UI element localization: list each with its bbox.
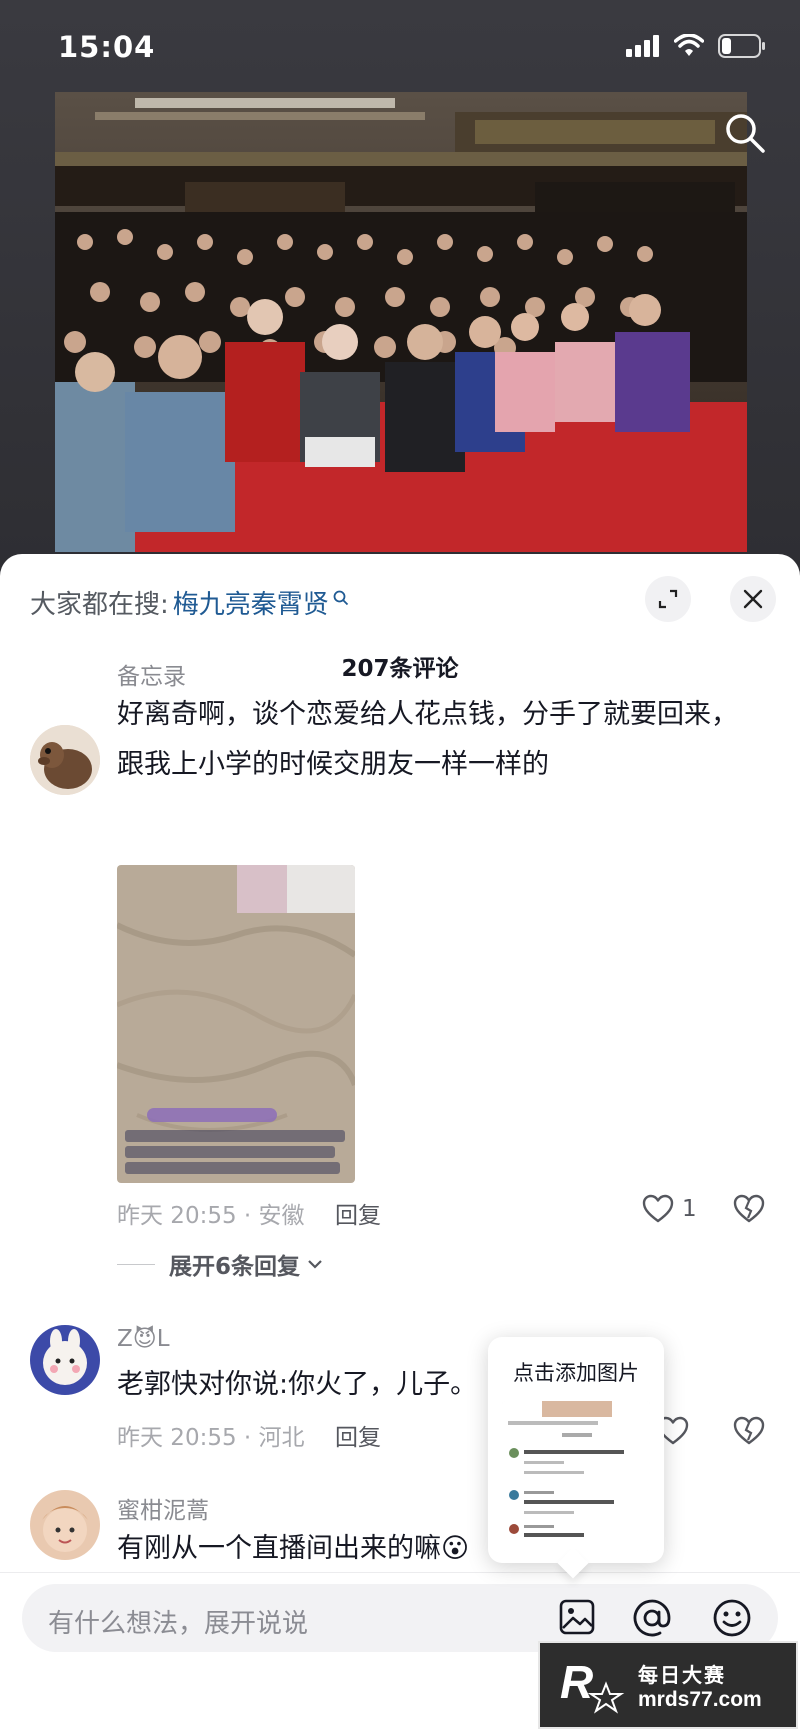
close-button[interactable]	[730, 576, 776, 622]
popup-title: 点击添加图片	[513, 1361, 639, 1385]
keyword-search-icon	[333, 590, 348, 605]
svg-text:R: R	[560, 1656, 593, 1708]
comment-input-placeholder[interactable]: 有什么想法，展开说说	[48, 1603, 308, 1640]
video-frame-photo[interactable]	[55, 92, 747, 552]
reply-button[interactable]: 回复	[335, 1418, 381, 1452]
comment-text-line: 好离奇啊，谈个恋爱给人花点钱，分手了就要回来，	[117, 699, 738, 730]
watermark-title: 每日大赛	[638, 1662, 726, 1687]
battery-icon	[718, 34, 765, 58]
like-count: 1	[682, 1196, 697, 1222]
expand-replies-button[interactable]: 展开6条回复	[117, 1247, 324, 1281]
chevron-down-icon	[308, 1260, 322, 1269]
comment-text: 好离奇啊，谈个恋爱给人花点钱，分手了就要回来， 跟我上小学的时候交朋友一样一样的	[117, 690, 777, 790]
avatar[interactable]	[30, 725, 100, 795]
username[interactable]: 备忘录	[117, 657, 186, 691]
at-icon[interactable]	[632, 1598, 672, 1638]
avatar[interactable]	[30, 1490, 100, 1560]
like-button[interactable]: 1	[642, 1194, 697, 1224]
heart-icon	[642, 1194, 674, 1223]
status-icons	[626, 34, 766, 58]
watermark: R 每日大赛 mrds77.com	[538, 1641, 798, 1729]
comment-image[interactable]	[117, 865, 355, 1183]
image-icon[interactable]	[558, 1598, 596, 1636]
watermark-logo: R	[558, 1650, 628, 1720]
avatar[interactable]	[30, 1325, 100, 1395]
screenshot-thumbnail[interactable]	[502, 1401, 650, 1551]
video-area: 15:04	[0, 0, 800, 570]
username[interactable]: Z😈L	[117, 1326, 170, 1352]
watermark-text: 每日大赛 mrds77.com	[638, 1659, 762, 1712]
search-icon[interactable]	[724, 112, 766, 154]
wifi-icon	[674, 34, 704, 56]
comment-text: 有刚从一个直播间出来的嘛😮	[117, 1533, 470, 1564]
close-icon	[743, 589, 763, 609]
expand-icon	[658, 589, 678, 609]
comment-text-line: 跟我上小学的时候交朋友一样一样的	[117, 749, 549, 780]
status-time: 15:04	[58, 30, 156, 64]
watermark-url: mrds77.com	[638, 1687, 762, 1711]
signal-icon	[626, 35, 659, 57]
expand-button[interactable]	[645, 576, 691, 622]
emoji-icon[interactable]	[712, 1598, 752, 1638]
reply-button[interactable]: 回复	[335, 1196, 381, 1230]
divider	[0, 1572, 800, 1573]
broken-heart-icon[interactable]	[733, 1194, 765, 1224]
comment-sheet: 大家都在搜: 梅九亮秦霄贤 207条评论 备忘录 好离奇啊，谈个恋爱给人花点钱，…	[0, 554, 800, 1731]
username[interactable]: 蜜柑泥蒿	[117, 1491, 209, 1525]
hot-search-row[interactable]: 大家都在搜: 梅九亮秦霄贤	[30, 584, 349, 621]
add-image-popup[interactable]: 点击添加图片	[488, 1337, 664, 1563]
comment-text: 老郭快对你说:你火了，儿子。	[117, 1369, 478, 1400]
comment-meta: 昨天 20:55 · 安徽	[117, 1203, 305, 1229]
hot-search-keyword[interactable]: 梅九亮秦霄贤	[173, 584, 329, 621]
broken-heart-icon[interactable]	[733, 1416, 765, 1446]
expand-replies-label: 展开6条回复	[169, 1254, 301, 1280]
comment-meta: 昨天 20:55 · 河北	[117, 1425, 305, 1451]
hot-search-label: 大家都在搜:	[30, 590, 169, 620]
divider-line	[117, 1263, 155, 1265]
